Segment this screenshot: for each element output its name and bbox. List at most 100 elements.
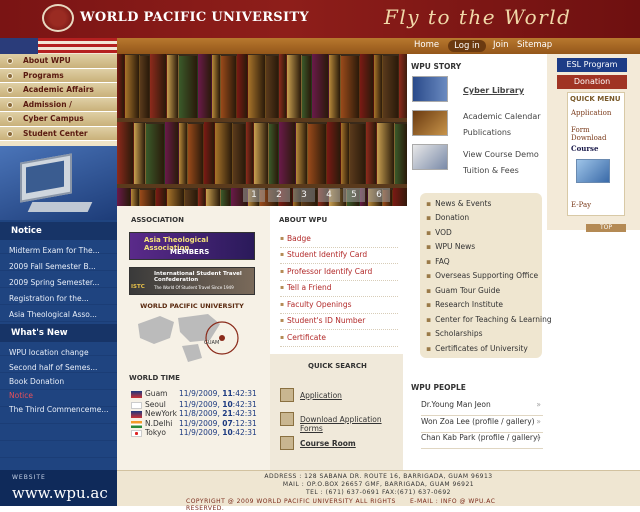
- nav-home[interactable]: Home: [414, 40, 439, 50]
- whatsnew-item[interactable]: WPU location change: [9, 348, 113, 357]
- notice-item[interactable]: 2009 Spring Semester...: [9, 278, 113, 287]
- book-spine: [287, 55, 302, 118]
- ata-banner[interactable]: Asia Theological Association MEMBERS: [129, 232, 255, 260]
- notice-item[interactable]: 2009 Fall Semester B...: [9, 262, 113, 271]
- news-donation-link[interactable]: Donation: [426, 213, 469, 222]
- top-button[interactable]: TOP: [586, 224, 626, 232]
- people-item[interactable]: Won Zoa Lee (profile / gallery)»: [421, 417, 543, 433]
- university-seal-icon[interactable]: [42, 4, 74, 32]
- qs-download-forms[interactable]: Download Application Forms: [300, 415, 403, 433]
- hero-page-2[interactable]: 2: [268, 188, 290, 202]
- whatsnew-item[interactable]: Notice: [9, 391, 113, 400]
- city-date: 11/8/2009,: [179, 409, 220, 418]
- book-spine: [134, 123, 146, 184]
- news-teaching-link[interactable]: Center for Teaching & Learning: [426, 315, 552, 324]
- about-faculty[interactable]: Faculty Openings: [280, 297, 398, 314]
- laptop-icon[interactable]: [576, 159, 610, 183]
- book-spine: [237, 54, 248, 118]
- notice-item[interactable]: Registration for the...: [9, 294, 113, 303]
- map-title: WORLD PACIFIC UNIVERSITY: [140, 302, 244, 310]
- whatsnew-item[interactable]: Second half of Semes...: [9, 363, 113, 372]
- qm-course[interactable]: Course: [571, 144, 598, 153]
- about-student-card[interactable]: Student Identify Card: [280, 247, 398, 264]
- book-spine: [233, 124, 246, 184]
- leftnav-admission[interactable]: Admission / Graduation: [0, 97, 117, 123]
- story-title: WPU STORY: [411, 62, 462, 71]
- esl-program-button[interactable]: ESL Program: [557, 58, 627, 72]
- hero-page-1[interactable]: 1: [243, 188, 265, 202]
- whatsnew-item[interactable]: The Third Commenceme...: [9, 405, 113, 414]
- calendar-thumbnail[interactable]: [412, 110, 448, 136]
- whatsnew-title[interactable]: What's New: [0, 324, 117, 342]
- book-spine: [179, 56, 198, 118]
- news-wpu-news-link[interactable]: WPU News: [426, 242, 475, 251]
- book-spine: [279, 122, 296, 184]
- book-spine: [204, 122, 215, 184]
- course-demo-link[interactable]: View Course Demo: [463, 150, 539, 159]
- qm-application[interactable]: Application: [571, 109, 611, 117]
- hero-image-bookshelf: [117, 54, 407, 206]
- tuition-link[interactable]: Tuition & Fees: [463, 166, 519, 175]
- leftnav-programs[interactable]: Programs: [0, 68, 117, 83]
- time-newyork: NewYork 11/8/2009, 21:42:31: [131, 409, 257, 418]
- keyboard-icon: [27, 202, 93, 212]
- notice-item[interactable]: Asia Theological Asso...: [9, 310, 113, 319]
- cyber-library-link[interactable]: Cyber Library: [463, 86, 524, 95]
- qs-course-room[interactable]: Course Room: [300, 439, 356, 448]
- notice-title[interactable]: Notice: [0, 222, 117, 240]
- news-guam-tour-link[interactable]: Guam Tour Guide: [426, 286, 500, 295]
- nav-sitemap[interactable]: Sitemap: [517, 40, 552, 50]
- news-scholarships-link[interactable]: Scholarships: [426, 329, 482, 338]
- news-research-link[interactable]: Research Institute: [426, 300, 503, 309]
- academic-calendar-link[interactable]: Academic Calendar: [463, 112, 541, 121]
- news-certificates-link[interactable]: Certificates of University: [426, 344, 528, 353]
- hero-page-4[interactable]: 4: [318, 188, 340, 202]
- people-item[interactable]: Dr.Young Man Jeon »: [421, 400, 543, 416]
- about-professor-card[interactable]: Professor Identify Card: [280, 264, 398, 281]
- news-faq-link[interactable]: FAQ: [426, 257, 450, 266]
- donation-button[interactable]: Donation: [557, 75, 627, 89]
- hero-page-6[interactable]: 6: [368, 188, 390, 202]
- book-spine: [341, 123, 350, 184]
- university-logo-text[interactable]: WORLD PACIFIC UNIVERSITY: [80, 10, 309, 25]
- ata-banner-members: MEMBERS: [170, 248, 210, 256]
- whatsnew-item[interactable]: Book Donation: [9, 377, 113, 386]
- news-overseas-link[interactable]: Overseas Supporting Office: [426, 271, 538, 280]
- book-spine: [269, 124, 279, 184]
- nav-join[interactable]: Join: [493, 40, 508, 50]
- book-spine: [327, 122, 341, 184]
- download-icon: [280, 412, 294, 426]
- qm-epay[interactable]: E-Pay: [571, 201, 591, 209]
- about-student-id[interactable]: Student's ID Number: [280, 313, 398, 330]
- city-hour: 10: [222, 400, 233, 409]
- demo-thumbnail[interactable]: [412, 144, 448, 170]
- istc-banner[interactable]: International Student Travel Confederati…: [129, 267, 255, 295]
- people-item[interactable]: Chan Kab Park (profile / gallery)»: [421, 433, 543, 449]
- association-title: ASSOCIATION: [131, 216, 184, 224]
- person-name: Chan Kab Park (profile / gallery): [421, 433, 541, 442]
- news-events-link[interactable]: News & Events: [426, 199, 491, 208]
- map-guam-label: GUAM: [204, 340, 219, 346]
- hero-page-5[interactable]: 5: [343, 188, 365, 202]
- qm-form-download[interactable]: Form Download: [571, 126, 624, 142]
- book-spine: [146, 124, 165, 184]
- books-thumbnail[interactable]: [412, 76, 448, 102]
- publications-link[interactable]: Publications: [463, 128, 511, 137]
- leftnav-academic[interactable]: Academic Affairs: [0, 83, 117, 98]
- book-spine: [221, 190, 231, 206]
- about-badge[interactable]: Badge: [280, 231, 398, 248]
- about-certificate[interactable]: Certificate: [280, 330, 398, 347]
- leftnav-student[interactable]: Student Center: [0, 126, 117, 141]
- hero-page-3[interactable]: 3: [293, 188, 315, 202]
- notice-item[interactable]: Midterm Exam for The...: [9, 246, 113, 255]
- bullet-icon: [7, 116, 13, 122]
- leftnav-about[interactable]: About WPU: [0, 54, 117, 69]
- website-url[interactable]: www.wpu.ac: [12, 484, 108, 502]
- footer-copyright: COPYRIGHT @ 2009 WORLD PACIFIC UNIVERSIT…: [186, 498, 396, 512]
- qs-application[interactable]: Application: [300, 391, 342, 400]
- news-vod-link[interactable]: VOD: [426, 228, 452, 237]
- footer-email[interactable]: E-MAIL : INFO @ WPU.AC: [410, 498, 500, 505]
- leftnav-cyber[interactable]: Cyber Campus: [0, 112, 117, 127]
- about-tell-friend[interactable]: Tell a Friend: [280, 280, 398, 297]
- login-button[interactable]: Log in: [448, 40, 486, 52]
